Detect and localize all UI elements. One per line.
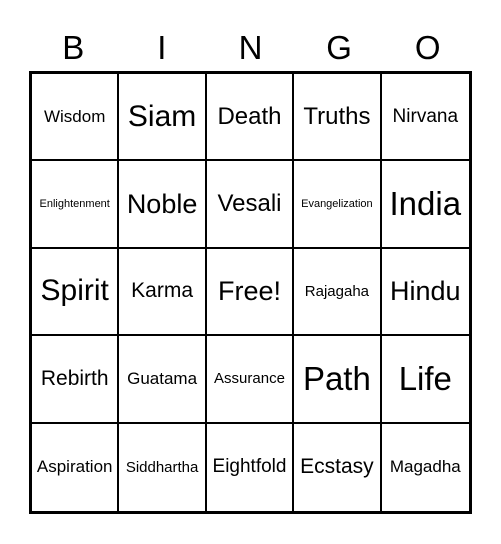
bingo-cell[interactable]: Rebirth — [32, 336, 120, 424]
bingo-cell[interactable]: Eightfold — [207, 423, 295, 511]
bingo-cell[interactable]: Nirvana — [381, 74, 469, 162]
bingo-grid: Wisdom Siam Death Truths Nirvana Enlight… — [29, 71, 472, 514]
bingo-cell[interactable]: Path — [294, 336, 382, 424]
bingo-cell[interactable]: Spirit — [32, 248, 120, 337]
bingo-cell[interactable]: Hindu — [381, 249, 469, 337]
bingo-cell[interactable]: Karma — [119, 248, 207, 337]
header-letter-i: I — [157, 29, 167, 66]
bingo-cell[interactable]: Life — [381, 336, 469, 424]
free-space-cell[interactable]: Free! — [206, 248, 295, 337]
bingo-cell[interactable]: India — [381, 161, 469, 249]
header-letter-n: N — [238, 29, 263, 66]
bingo-cell[interactable]: Noble — [119, 161, 207, 249]
bingo-header: B I N G O — [29, 26, 472, 70]
bingo-cell[interactable]: Assurance — [206, 336, 295, 424]
bingo-cell[interactable]: Siddhartha — [119, 423, 207, 511]
header-letter-g: G — [326, 29, 352, 66]
bingo-cell[interactable]: Siam — [119, 74, 207, 162]
bingo-cell[interactable]: Vesali — [206, 161, 295, 249]
bingo-cell[interactable]: Truths — [294, 74, 382, 162]
header-letter-b: B — [62, 29, 85, 66]
bingo-cell[interactable]: Wisdom — [32, 74, 120, 162]
bingo-cell[interactable]: Magadha — [382, 424, 469, 511]
bingo-cell[interactable]: Enlightenment — [32, 161, 120, 249]
bingo-cell[interactable]: Death — [206, 74, 295, 162]
bingo-cell[interactable]: Guatama — [119, 336, 207, 424]
bingo-cell[interactable]: Evangelization — [294, 161, 382, 249]
bingo-cell[interactable]: Aspiration — [32, 423, 120, 511]
bingo-cell[interactable]: Ecstasy — [294, 423, 382, 511]
bingo-cell[interactable]: Rajagaha — [294, 248, 382, 337]
header-letter-o: O — [414, 29, 441, 66]
